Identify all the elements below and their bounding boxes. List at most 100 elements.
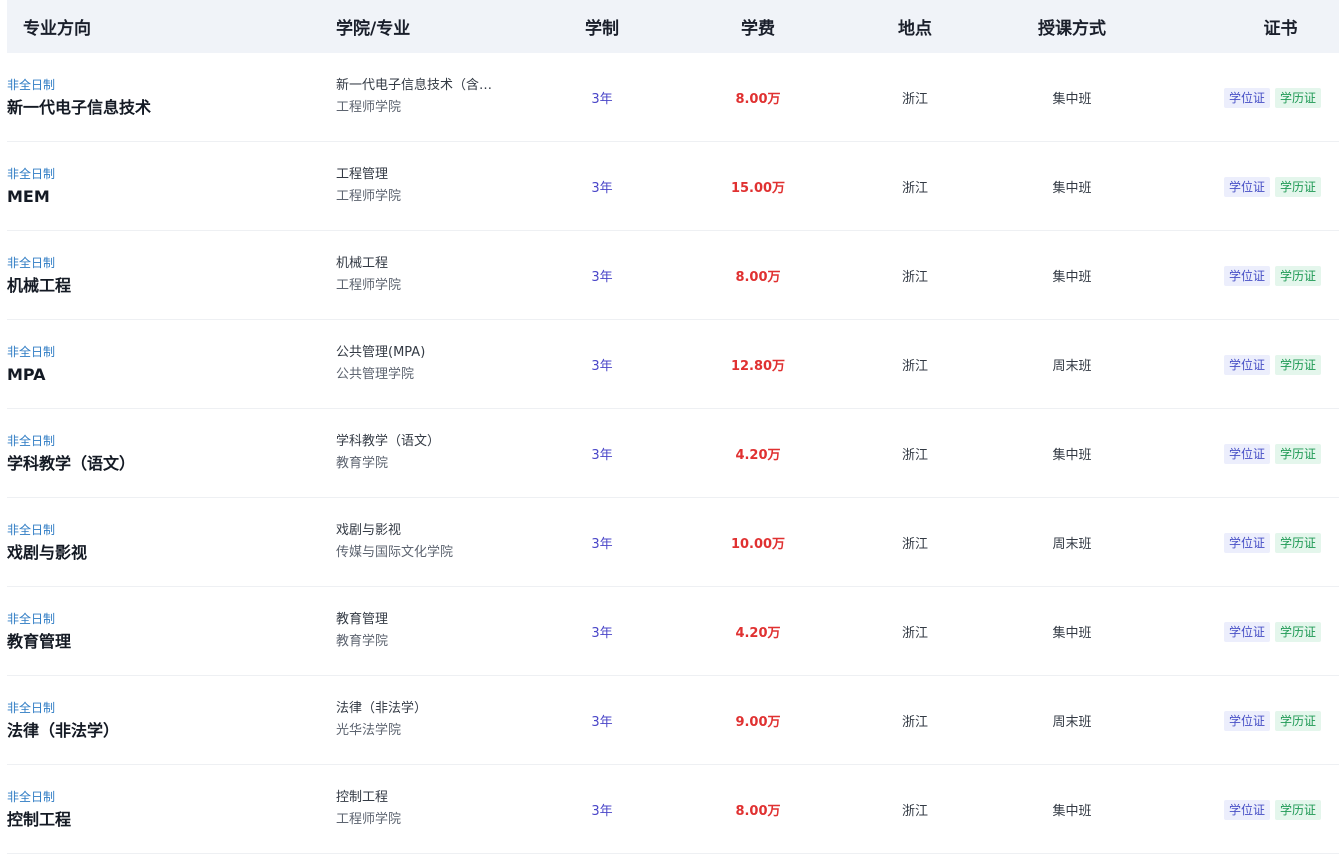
location-value: 浙江 bbox=[901, 714, 928, 730]
college-program-cell: 新一代电子信息技术（含… 工程师学院 bbox=[336, 77, 536, 117]
study-type-label: 非全日制 bbox=[7, 522, 56, 537]
tuition-value: 8.00万 bbox=[735, 269, 781, 285]
program-name: 工程管理 bbox=[336, 167, 389, 182]
degree-certificate-badge: 学位证 bbox=[1223, 710, 1270, 731]
program-name: 教育管理 bbox=[336, 612, 389, 627]
tuition-value: 8.00万 bbox=[735, 803, 781, 819]
table-row[interactable]: 非全日制 学科教学（语文） 学科教学（语文） 教育学院 3年 4.20万 浙江 … bbox=[7, 409, 1339, 498]
location-value: 浙江 bbox=[901, 358, 928, 374]
certificate-cell: 学位证 学历证 bbox=[1162, 265, 1339, 286]
major-cell: 非全日制 法律（非法学） bbox=[7, 700, 336, 741]
study-type-label: 非全日制 bbox=[7, 789, 56, 804]
major-name[interactable]: 控制工程 bbox=[7, 810, 336, 830]
table-row[interactable]: 非全日制 戏剧与影视 戏剧与影视 传媒与国际文化学院 3年 10.00万 浙江 … bbox=[7, 498, 1339, 587]
diploma-certificate-badge: 学历证 bbox=[1274, 265, 1321, 286]
study-type-label: 非全日制 bbox=[7, 700, 56, 715]
degree-certificate-badge: 学位证 bbox=[1223, 799, 1270, 820]
major-name[interactable]: MEM bbox=[7, 187, 336, 207]
teaching-mode-value: 周末班 bbox=[1052, 358, 1092, 374]
college-program-cell: 公共管理(MPA) 公共管理学院 bbox=[336, 344, 536, 384]
major-name[interactable]: 戏剧与影视 bbox=[7, 543, 336, 563]
duration-value: 3年 bbox=[591, 803, 613, 819]
major-cell: 非全日制 学科教学（语文） bbox=[7, 433, 336, 474]
program-name: 公共管理(MPA) bbox=[336, 345, 426, 360]
tuition-value: 9.00万 bbox=[735, 714, 781, 730]
major-cell: 非全日制 戏剧与影视 bbox=[7, 522, 336, 563]
diploma-certificate-badge: 学历证 bbox=[1274, 176, 1321, 197]
duration-value: 3年 bbox=[591, 180, 613, 196]
certificate-cell: 学位证 学历证 bbox=[1162, 443, 1339, 464]
header-tuition: 学费 bbox=[741, 19, 775, 39]
college-program-cell: 工程管理 工程师学院 bbox=[336, 166, 536, 206]
college-program-cell: 法律（非法学） 光华法学院 bbox=[336, 700, 536, 740]
header-college-program: 学院/专业 bbox=[336, 19, 411, 39]
major-name[interactable]: 新一代电子信息技术 bbox=[7, 98, 336, 118]
teaching-mode-value: 集中班 bbox=[1052, 269, 1092, 285]
study-type-label: 非全日制 bbox=[7, 255, 56, 270]
college-name: 公共管理学院 bbox=[336, 367, 415, 382]
duration-value: 3年 bbox=[591, 358, 613, 374]
study-type-label: 非全日制 bbox=[7, 433, 56, 448]
tuition-value: 8.00万 bbox=[735, 91, 781, 107]
degree-certificate-badge: 学位证 bbox=[1223, 532, 1270, 553]
diploma-certificate-badge: 学历证 bbox=[1274, 621, 1321, 642]
study-type-label: 非全日制 bbox=[7, 77, 56, 92]
duration-value: 3年 bbox=[591, 91, 613, 107]
major-name[interactable]: MPA bbox=[7, 365, 336, 385]
tuition-value: 4.20万 bbox=[735, 625, 781, 641]
diploma-certificate-badge: 学历证 bbox=[1274, 354, 1321, 375]
teaching-mode-value: 集中班 bbox=[1052, 180, 1092, 196]
table-row[interactable]: 非全日制 MEM 工程管理 工程师学院 3年 15.00万 浙江 集中班 学位证… bbox=[7, 142, 1339, 231]
study-type-label: 非全日制 bbox=[7, 611, 56, 626]
table-row[interactable]: 非全日制 机械工程 机械工程 工程师学院 3年 8.00万 浙江 集中班 学位证… bbox=[7, 231, 1339, 320]
location-value: 浙江 bbox=[901, 269, 928, 285]
header-major: 专业方向 bbox=[23, 19, 91, 39]
certificate-cell: 学位证 学历证 bbox=[1162, 87, 1339, 108]
certificate-cell: 学位证 学历证 bbox=[1162, 621, 1339, 642]
degree-certificate-badge: 学位证 bbox=[1223, 176, 1270, 197]
table-row[interactable]: 非全日制 法律（非法学） 法律（非法学） 光华法学院 3年 9.00万 浙江 周… bbox=[7, 676, 1339, 765]
teaching-mode-value: 周末班 bbox=[1052, 536, 1092, 552]
certificate-cell: 学位证 学历证 bbox=[1162, 176, 1339, 197]
major-name[interactable]: 法律（非法学） bbox=[7, 721, 336, 741]
college-program-cell: 机械工程 工程师学院 bbox=[336, 255, 536, 295]
table-row[interactable]: 非全日制 控制工程 控制工程 工程师学院 3年 8.00万 浙江 集中班 学位证… bbox=[7, 765, 1339, 854]
diploma-certificate-badge: 学历证 bbox=[1274, 87, 1321, 108]
duration-value: 3年 bbox=[591, 269, 613, 285]
major-name[interactable]: 机械工程 bbox=[7, 276, 336, 296]
table-row[interactable]: 非全日制 MPA 公共管理(MPA) 公共管理学院 3年 12.80万 浙江 周… bbox=[7, 320, 1339, 409]
teaching-mode-value: 周末班 bbox=[1052, 714, 1092, 730]
location-value: 浙江 bbox=[901, 536, 928, 552]
teaching-mode-value: 集中班 bbox=[1052, 447, 1092, 463]
location-value: 浙江 bbox=[901, 803, 928, 819]
location-value: 浙江 bbox=[901, 625, 928, 641]
program-name: 戏剧与影视 bbox=[336, 523, 402, 538]
header-teaching-mode: 授课方式 bbox=[1038, 19, 1106, 39]
certificate-cell: 学位证 学历证 bbox=[1162, 799, 1339, 820]
program-name: 法律（非法学） bbox=[336, 701, 428, 716]
college-name: 工程师学院 bbox=[336, 100, 402, 115]
table-row[interactable]: 非全日制 教育管理 教育管理 教育学院 3年 4.20万 浙江 集中班 学位证学… bbox=[7, 587, 1339, 676]
major-name[interactable]: 教育管理 bbox=[7, 632, 336, 652]
program-name: 控制工程 bbox=[336, 790, 389, 805]
location-value: 浙江 bbox=[901, 180, 928, 196]
duration-value: 3年 bbox=[591, 447, 613, 463]
tuition-value: 15.00万 bbox=[730, 180, 786, 196]
major-name[interactable]: 学科教学（语文） bbox=[7, 454, 336, 474]
major-cell: 非全日制 新一代电子信息技术 bbox=[7, 77, 336, 118]
college-program-cell: 教育管理 教育学院 bbox=[336, 611, 536, 651]
location-value: 浙江 bbox=[901, 447, 928, 463]
degree-certificate-badge: 学位证 bbox=[1223, 87, 1270, 108]
table-row[interactable]: 非全日制 新一代电子信息技术 新一代电子信息技术（含… 工程师学院 3年 8.0… bbox=[7, 53, 1339, 142]
college-program-cell: 学科教学（语文） 教育学院 bbox=[336, 433, 536, 473]
college-name: 光华法学院 bbox=[336, 723, 402, 738]
teaching-mode-value: 集中班 bbox=[1052, 91, 1092, 107]
major-cell: 非全日制 教育管理 bbox=[7, 611, 336, 652]
diploma-certificate-badge: 学历证 bbox=[1274, 532, 1321, 553]
duration-value: 3年 bbox=[591, 625, 613, 641]
program-table: 专业方向 学院/专业 学制 学费 地点 授课方式 证书 非全日制 新一代电子信息… bbox=[7, 0, 1339, 854]
tuition-value: 10.00万 bbox=[730, 536, 786, 552]
header-location: 地点 bbox=[898, 19, 932, 39]
college-name: 工程师学院 bbox=[336, 278, 402, 293]
major-cell: 非全日制 控制工程 bbox=[7, 789, 336, 830]
